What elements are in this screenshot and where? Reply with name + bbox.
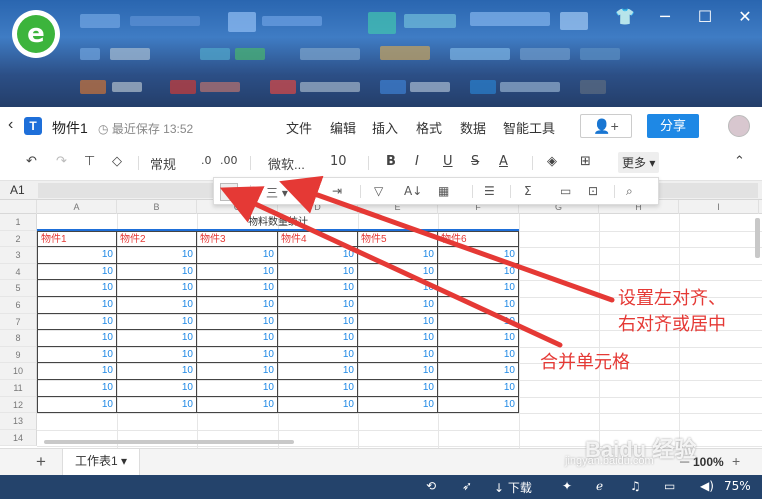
merge-arrow [219, 186, 563, 348]
align-annotation: 设置左对齐、 右对齐或居中 [618, 286, 726, 338]
align-annotation-line1: 设置左对齐、 [618, 288, 726, 309]
watermark-url: jingyan.baidu.com [565, 455, 654, 467]
annotation-arrows [219, 175, 615, 348]
merge-annotation: 合并单元格 [540, 352, 630, 373]
align-annotation-line2: 右对齐或居中 [618, 314, 726, 335]
